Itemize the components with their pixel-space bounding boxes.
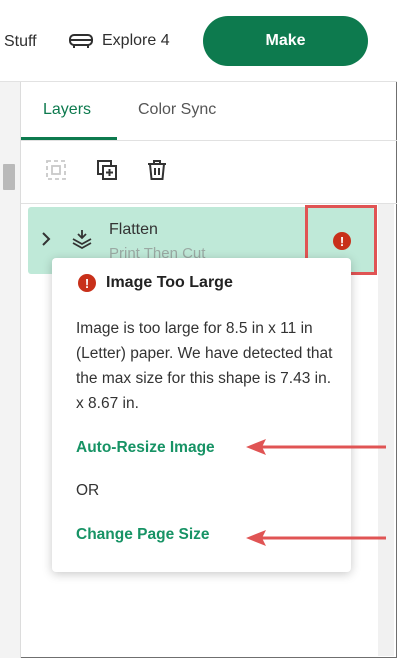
popup-message: Image is too large for 8.5 in x 11 in (L…: [76, 320, 333, 412]
or-separator: OR: [76, 482, 100, 499]
machine-icon: [69, 34, 93, 48]
tab-color-sync[interactable]: Color Sync: [138, 101, 216, 119]
panel-tabs: Layers Color Sync: [21, 82, 397, 141]
layer-title: Flatten: [109, 221, 158, 238]
explore-label: Explore 4: [102, 32, 170, 49]
chevron-right-icon[interactable]: [40, 231, 52, 247]
auto-resize-link[interactable]: Auto-Resize Image: [76, 439, 215, 457]
right-scrollbar[interactable]: [378, 204, 394, 656]
explore-button[interactable]: Explore 4: [68, 31, 170, 51]
active-tab-indicator: [21, 137, 117, 140]
top-bar: Stuff Explore 4 Make: [0, 0, 397, 82]
flatten-icon: [72, 230, 92, 250]
warning-icon: !: [78, 274, 96, 292]
delete-icon[interactable]: [143, 156, 171, 184]
stuff-link[interactable]: Stuff: [4, 33, 37, 51]
group-icon[interactable]: [42, 156, 70, 184]
layers-toolbar: [21, 141, 397, 204]
popup-header: ! Image Too Large: [78, 274, 233, 292]
popup-title: Image Too Large: [106, 274, 233, 291]
change-page-size-link[interactable]: Change Page Size: [76, 526, 210, 544]
image-too-large-popup: ! Image Too Large Image is too large for…: [52, 258, 351, 572]
annotation-arrow-icon: [246, 530, 386, 546]
tab-layers[interactable]: Layers: [43, 101, 91, 119]
duplicate-icon[interactable]: [93, 156, 121, 184]
annotation-arrow-icon: [246, 439, 386, 455]
make-button[interactable]: Make: [203, 16, 368, 66]
left-scroll-thumb[interactable]: [3, 164, 15, 190]
